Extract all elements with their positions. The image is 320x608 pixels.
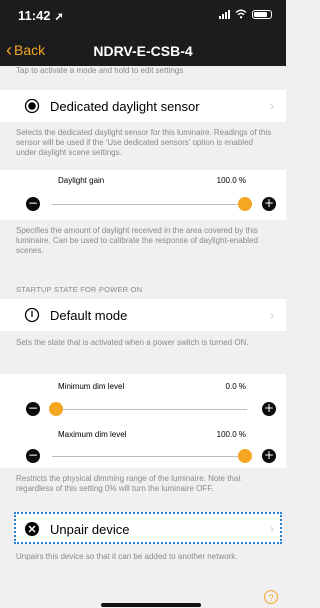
close-circle-icon — [25, 522, 39, 536]
min-dim-slider-row: − + — [0, 399, 286, 419]
daylight-gain-increase-button[interactable]: + — [262, 197, 276, 211]
home-indicator — [101, 603, 201, 607]
status-bar: 11:42 ➚ — [0, 0, 286, 36]
cellular-signal-icon — [219, 9, 230, 19]
default-mode-description: Sets the state that is activated when a … — [16, 338, 249, 347]
status-time: 11:42 ➚ — [18, 8, 64, 23]
daylight-gain-description: Specifies the amount of daylight receive… — [16, 226, 258, 255]
min-dim-track[interactable] — [52, 409, 247, 410]
max-dim-value: 100.0 % — [216, 430, 246, 439]
max-dim-thumb[interactable] — [238, 449, 252, 463]
unpair-description: Unpairs this device so that it can be ad… — [16, 552, 238, 561]
status-time-text: 11:42 — [18, 8, 51, 23]
default-mode-row[interactable]: Default mode › — [0, 299, 286, 331]
min-dim-label: Minimum dim level — [58, 382, 125, 391]
daylight-gain-thumb[interactable] — [238, 197, 252, 211]
dim-level-description: Restricts the physical dimming range of … — [16, 474, 241, 493]
chevron-right-icon: › — [270, 308, 274, 322]
navigation-bar: ‹ Back NDRV-E-CSB-4 — [0, 36, 286, 66]
startup-section-header: STARTUP STATE FOR POWER ON — [16, 285, 143, 294]
max-dim-label: Maximum dim level — [58, 430, 127, 439]
max-dim-track[interactable] — [52, 456, 247, 457]
daylight-sensor-row[interactable]: Dedicated daylight sensor › — [0, 90, 286, 122]
min-dim-decrease-button[interactable]: − — [26, 402, 40, 416]
system-icons — [219, 9, 272, 19]
default-mode-label: Default mode — [50, 307, 128, 323]
min-dim-increase-button[interactable]: + — [262, 402, 276, 416]
daylight-gain-decrease-button[interactable]: − — [26, 197, 40, 211]
max-dim-decrease-button[interactable]: − — [26, 449, 40, 463]
power-icon — [24, 307, 40, 323]
max-dim-increase-button[interactable]: + — [262, 449, 276, 463]
daylight-gain-track[interactable] — [52, 204, 247, 205]
daylight-gain-slider-row: − + — [0, 194, 286, 214]
location-arrow-icon: ➚ — [54, 11, 64, 23]
min-dim-value: 0.0 % — [225, 382, 246, 391]
radio-selected-icon — [24, 98, 40, 114]
unpair-device-row[interactable]: Unpair device › — [14, 512, 282, 544]
max-dim-slider-row: − + — [0, 446, 286, 466]
chevron-right-icon: › — [270, 99, 274, 113]
chevron-right-icon: › — [270, 522, 274, 536]
wifi-icon — [235, 9, 247, 19]
battery-icon — [252, 9, 272, 19]
daylight-gain-panel: Daylight gain 100.0 % − + — [0, 170, 286, 220]
unpair-device-label: Unpair device — [50, 522, 130, 537]
daylight-gain-label: Daylight gain — [58, 176, 105, 185]
page-title: NDRV-E-CSB-4 — [93, 43, 193, 59]
min-dim-thumb[interactable] — [49, 402, 63, 416]
dim-level-panel: Minimum dim level 0.0 % − + Maximum dim … — [0, 374, 286, 468]
help-icon[interactable]: ? — [264, 590, 278, 604]
daylight-sensor-description: Selects the dedicated daylight sensor fo… — [16, 128, 272, 157]
hint-text: Tap to activate a mode and hold to edit … — [16, 66, 184, 75]
daylight-gain-value: 100.0 % — [216, 176, 246, 185]
daylight-sensor-label: Dedicated daylight sensor — [50, 98, 200, 114]
